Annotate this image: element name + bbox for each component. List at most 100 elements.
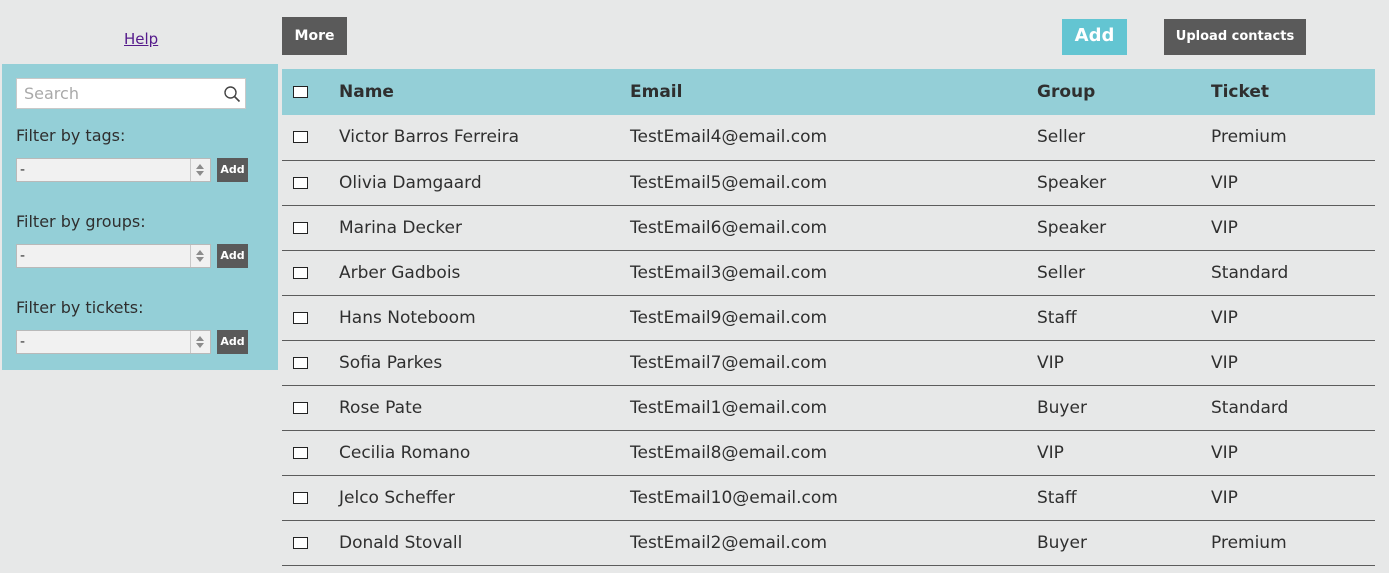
contacts-table: Name Email Group Ticket Victor Barros Fe… [282, 69, 1375, 566]
table-row[interactable]: Jelco Scheffer TestEmail10@email.com Sta… [282, 475, 1375, 520]
filter-tags-value: - [20, 162, 26, 178]
filter-tags-add-button[interactable]: Add [217, 158, 248, 182]
table-header-row: Name Email Group Ticket [282, 69, 1375, 115]
contact-ticket: VIP [1211, 487, 1238, 508]
contact-group: Seller [1037, 262, 1086, 283]
table-row[interactable]: Marina Decker TestEmail6@email.com Speak… [282, 205, 1375, 250]
row-checkbox[interactable] [293, 356, 308, 369]
contact-group: Buyer [1037, 397, 1087, 418]
row-checkbox-cell [282, 340, 339, 385]
contact-email: TestEmail8@email.com [630, 442, 828, 463]
filter-tickets-select[interactable]: - [16, 330, 211, 354]
help-link[interactable]: Help [124, 30, 158, 48]
row-checkbox-cell [282, 385, 339, 430]
row-checkbox[interactable] [293, 446, 308, 459]
table-row[interactable]: Donald Stovall TestEmail2@email.com Buye… [282, 520, 1375, 565]
row-checkbox-cell [282, 475, 339, 520]
filter-groups-label: Filter by groups: [16, 212, 146, 231]
contact-ticket: Premium [1211, 532, 1287, 553]
search-input[interactable] [17, 79, 220, 108]
table-row[interactable]: Rose Pate TestEmail1@email.com Buyer Sta… [282, 385, 1375, 430]
contact-name: Rose Pate [339, 397, 423, 418]
spinner-icon[interactable] [190, 159, 210, 181]
row-checkbox[interactable] [293, 131, 308, 144]
table-row[interactable]: Olivia Damgaard TestEmail5@email.com Spe… [282, 160, 1375, 205]
more-button[interactable]: More [282, 17, 347, 55]
filter-tickets-label: Filter by tickets: [16, 298, 144, 317]
contact-group: Speaker [1037, 172, 1107, 193]
row-checkbox[interactable] [293, 221, 308, 234]
contact-group: Staff [1037, 487, 1077, 508]
filter-tags-label: Filter by tags: [16, 126, 126, 145]
contact-email: TestEmail4@email.com [630, 127, 828, 148]
contact-group: Staff [1037, 307, 1077, 328]
contact-group: VIP [1037, 352, 1064, 373]
row-checkbox-cell [282, 250, 339, 295]
contact-ticket: Premium [1211, 127, 1287, 148]
contact-group: VIP [1037, 442, 1064, 463]
spinner-icon[interactable] [190, 245, 210, 267]
contact-email: TestEmail1@email.com [630, 397, 828, 418]
row-checkbox[interactable] [293, 536, 308, 549]
contact-ticket: VIP [1211, 442, 1238, 463]
row-checkbox[interactable] [293, 266, 308, 279]
contact-name: Marina Decker [339, 217, 462, 238]
contact-name: Jelco Scheffer [339, 487, 455, 508]
table-row[interactable]: Victor Barros Ferreira TestEmail4@email.… [282, 115, 1375, 160]
upload-contacts-button[interactable]: Upload contacts [1164, 19, 1306, 55]
filter-tickets-add-button[interactable]: Add [217, 330, 248, 354]
contact-ticket: VIP [1211, 352, 1238, 373]
contact-email: TestEmail7@email.com [630, 352, 828, 373]
contact-name: Arber Gadbois [339, 262, 461, 283]
table-row[interactable]: Sofia Parkes TestEmail7@email.com VIP VI… [282, 340, 1375, 385]
filter-groups-add-button[interactable]: Add [217, 244, 248, 268]
select-all-cell [282, 69, 339, 115]
column-header-name[interactable]: Name [339, 69, 630, 115]
search-icon[interactable] [223, 85, 241, 103]
filter-tickets-value: - [20, 334, 26, 350]
contact-group: Seller [1037, 127, 1086, 148]
row-checkbox-cell [282, 115, 339, 160]
contact-ticket: VIP [1211, 217, 1238, 238]
contact-name: Olivia Damgaard [339, 172, 482, 193]
contact-email: TestEmail6@email.com [630, 217, 828, 238]
contact-ticket: Standard [1211, 262, 1289, 283]
filter-groups-select[interactable]: - [16, 244, 211, 268]
contact-email: TestEmail2@email.com [630, 532, 828, 553]
table-row[interactable]: Arber Gadbois TestEmail3@email.com Selle… [282, 250, 1375, 295]
contact-name: Hans Noteboom [339, 307, 476, 328]
table-row[interactable]: Cecilia Romano TestEmail8@email.com VIP … [282, 430, 1375, 475]
contact-name: Victor Barros Ferreira [339, 127, 520, 148]
contact-ticket: VIP [1211, 172, 1238, 193]
contact-email: TestEmail9@email.com [630, 307, 828, 328]
contact-name: Cecilia Romano [339, 442, 471, 463]
filter-groups-value: - [20, 248, 26, 264]
row-checkbox[interactable] [293, 491, 308, 504]
contact-ticket: VIP [1211, 307, 1238, 328]
row-checkbox-cell [282, 520, 339, 565]
search-box [16, 78, 246, 109]
column-header-group[interactable]: Group [1037, 69, 1211, 115]
contact-group: Speaker [1037, 217, 1107, 238]
row-checkbox-cell [282, 160, 339, 205]
row-checkbox-cell [282, 205, 339, 250]
row-checkbox-cell [282, 430, 339, 475]
row-checkbox[interactable] [293, 401, 308, 414]
contact-email: TestEmail3@email.com [630, 262, 828, 283]
contact-group: Buyer [1037, 532, 1087, 553]
column-header-ticket[interactable]: Ticket [1211, 69, 1375, 115]
row-checkbox-cell [282, 295, 339, 340]
table-row[interactable]: Hans Noteboom TestEmail9@email.com Staff… [282, 295, 1375, 340]
column-header-email[interactable]: Email [630, 69, 1037, 115]
contact-name: Donald Stovall [339, 532, 463, 553]
contact-email: TestEmail5@email.com [630, 172, 828, 193]
row-checkbox[interactable] [293, 311, 308, 324]
spinner-icon[interactable] [190, 331, 210, 353]
add-contact-button[interactable]: Add [1062, 19, 1127, 55]
row-checkbox[interactable] [293, 176, 308, 189]
contact-email: TestEmail10@email.com [630, 487, 838, 508]
select-all-checkbox[interactable] [293, 86, 308, 98]
contact-ticket: Standard [1211, 397, 1289, 418]
contact-name: Sofia Parkes [339, 352, 443, 373]
filter-tags-select[interactable]: - [16, 158, 211, 182]
